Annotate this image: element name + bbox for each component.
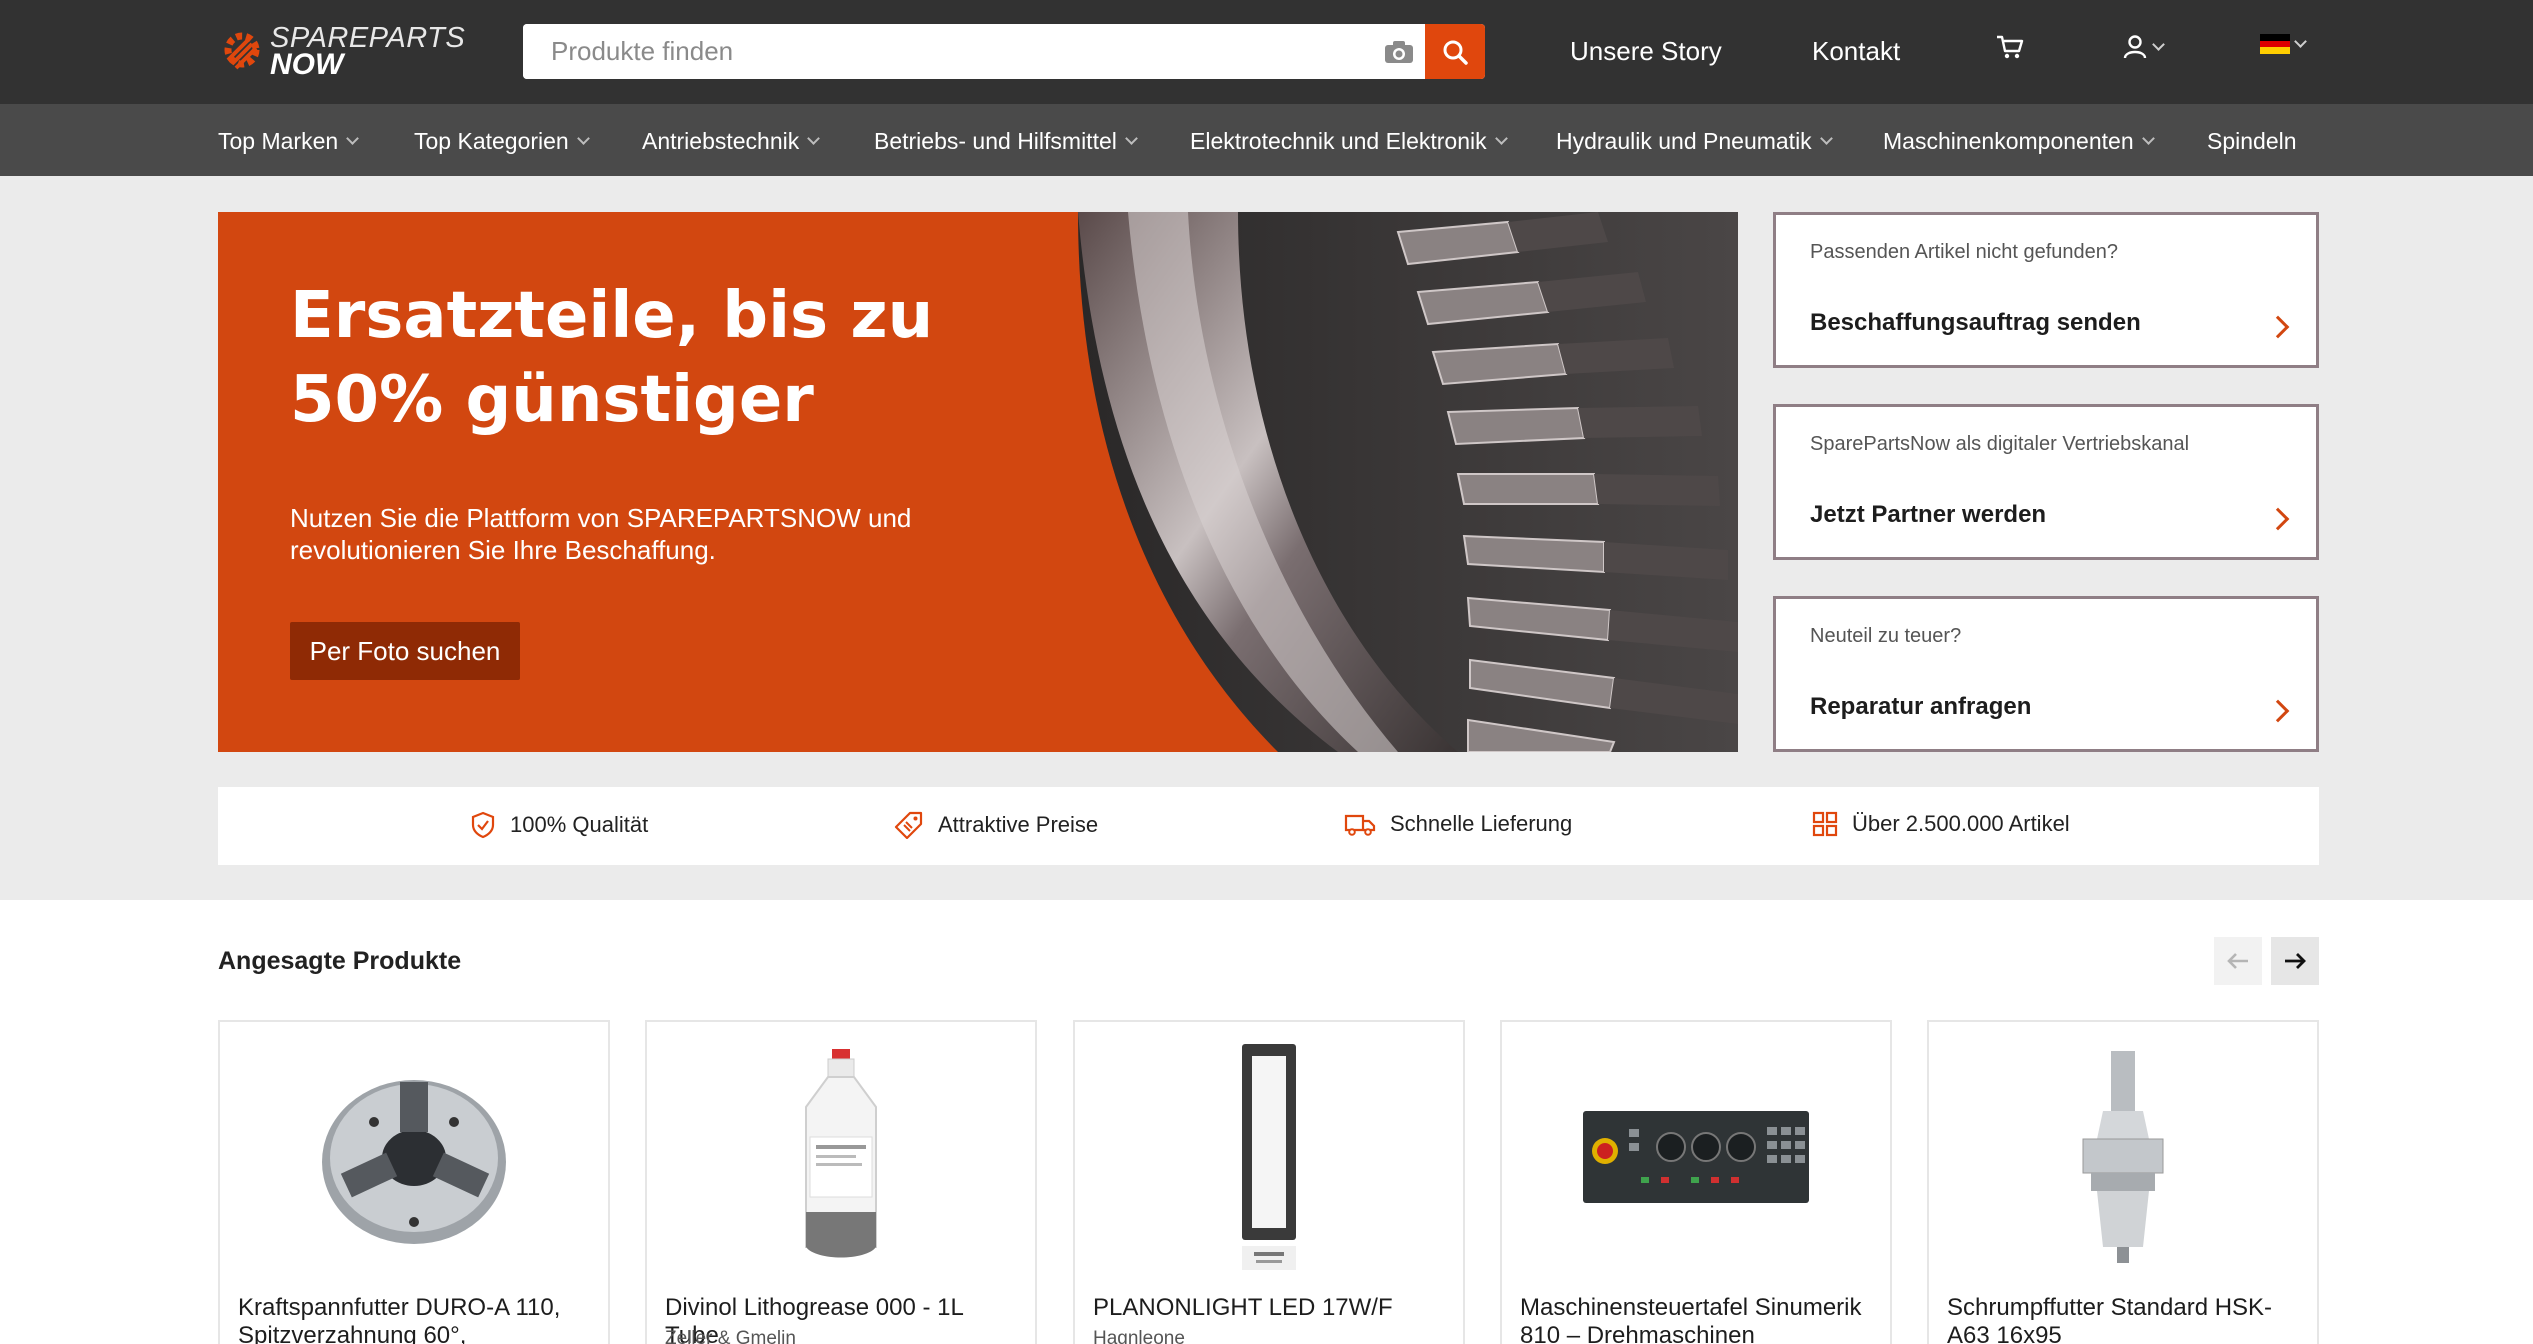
search-icon xyxy=(1443,40,1468,65)
chevron-down-icon xyxy=(1494,132,1508,145)
category-label: Betriebs- und Hilfsmittel xyxy=(874,128,1117,154)
chevron-right-icon xyxy=(2266,507,2290,531)
product-name: Maschinensteuertafel Sinumerik 810 – Dre… xyxy=(1520,1294,1862,1344)
hero-banner: Ersatzteile, bis zu 50% günstiger Nutzen… xyxy=(218,212,1738,752)
product-image xyxy=(1929,1042,2317,1272)
banner-headline: Ersatzteile, bis zu 50% günstiger xyxy=(290,279,934,437)
card-question: Passenden Artikel nicht gefunden? xyxy=(1810,241,2118,263)
usp-quality: 100% Qualität xyxy=(470,811,648,839)
product-name: PLANONLIGHT LED 17W/F xyxy=(1093,1294,1393,1321)
category-label: Top Marken xyxy=(218,128,339,154)
grid-icon xyxy=(1812,811,1838,837)
card-action: Reparatur anfragen xyxy=(1810,693,2032,720)
category-spindeln[interactable]: Spindeln xyxy=(2207,128,2297,155)
category-label: Hydraulik und Pneumatik xyxy=(1556,128,1812,154)
logo-line2: NOW xyxy=(270,48,344,81)
photo-search-button[interactable]: Per Foto suchen xyxy=(290,622,520,680)
language-selector[interactable] xyxy=(2260,34,2307,54)
chevron-right-icon xyxy=(2266,315,2290,339)
top-header: SPAREPARTS NOW Unsere Story Kontakt xyxy=(0,0,2533,104)
usp-bar: 100% Qualität Attraktive Preise Schnelle… xyxy=(218,787,2319,865)
chevron-down-icon xyxy=(2152,37,2165,51)
category-hydraulik-pneumatik[interactable]: Hydraulik und Pneumatik xyxy=(1556,128,1833,155)
product-card[interactable]: Schrumpffutter Standard HSK-A63 16x95 xyxy=(1927,1020,2319,1344)
camera-icon[interactable] xyxy=(1373,24,1425,79)
search-bar xyxy=(523,24,1485,79)
category-top-marken[interactable]: Top Marken xyxy=(218,128,360,155)
chevron-down-icon xyxy=(1819,132,1833,145)
chevron-down-icon xyxy=(346,132,360,145)
product-name: Kraftspannfutter DURO-A 110, Spitzverzah… xyxy=(238,1294,561,1344)
user-icon xyxy=(2123,35,2147,59)
category-top-kategorien[interactable]: Top Kategorien xyxy=(414,128,590,155)
banner-subtitle: Nutzen Sie die Plattform von SPAREPARTSN… xyxy=(290,503,912,565)
arrow-left-icon xyxy=(2227,953,2248,969)
category-label: Maschinenkomponenten xyxy=(1883,128,2134,154)
card-action: Jetzt Partner werden xyxy=(1810,501,2047,528)
search-input[interactable] xyxy=(523,24,1373,79)
repair-request-card[interactable]: Neuteil zu teuer? Reparatur anfragen xyxy=(1773,596,2319,752)
category-label: Elektrotechnik und Elektronik xyxy=(1190,128,1487,154)
german-flag-icon xyxy=(2260,34,2290,54)
logo-gear-icon xyxy=(224,32,260,70)
usp-label: Schnelle Lieferung xyxy=(1390,811,1573,836)
price-tag-icon xyxy=(894,811,923,839)
nav-link-kontakt[interactable]: Kontakt xyxy=(1812,36,1900,67)
usp-articles: Über 2.500.000 Artikel xyxy=(1812,811,2070,837)
category-label: Antriebstechnik xyxy=(642,128,800,154)
carousel-next-button[interactable] xyxy=(2271,937,2319,985)
chevron-down-icon xyxy=(1124,132,1138,145)
cart-button[interactable] xyxy=(1996,34,2024,60)
card-question: SparePartsNow als digitaler Vertriebskan… xyxy=(1810,433,2190,455)
truck-icon xyxy=(1344,814,1376,836)
chevron-down-icon xyxy=(807,132,821,145)
shield-icon xyxy=(471,811,495,839)
usp-label: Über 2.500.000 Artikel xyxy=(1852,811,2070,836)
chevron-down-icon xyxy=(2141,132,2155,145)
product-card[interactable]: Kraftspannfutter DURO-A 110, Spitzverzah… xyxy=(218,1020,610,1344)
logo[interactable]: SPAREPARTS NOW xyxy=(218,22,465,82)
partner-card[interactable]: SparePartsNow als digitaler Vertriebskan… xyxy=(1773,404,2319,560)
chevron-right-icon xyxy=(2266,699,2290,723)
card-question: Neuteil zu teuer? xyxy=(1810,625,1962,647)
product-name: Schrumpffutter Standard HSK-A63 16x95 xyxy=(1947,1294,2273,1344)
chevron-down-icon xyxy=(2294,34,2307,48)
product-image xyxy=(647,1042,1035,1272)
product-brand: Zeller & Gmelin xyxy=(665,1328,796,1344)
chevron-down-icon xyxy=(576,132,590,145)
procurement-request-card[interactable]: Passenden Artikel nicht gefunden? Bescha… xyxy=(1773,212,2319,368)
usp-label: 100% Qualität xyxy=(510,812,649,837)
product-brand: Hagnleone xyxy=(1093,1328,1185,1344)
product-card[interactable]: PLANONLIGHT LED 17W/F Hagnleone xyxy=(1073,1020,1465,1344)
category-maschinenkomponenten[interactable]: Maschinenkomponenten xyxy=(1883,128,2155,155)
category-antriebstechnik[interactable]: Antriebstechnik xyxy=(642,128,821,155)
category-bar: Top Marken Top Kategorien Antriebstechni… xyxy=(0,104,2533,176)
card-action: Beschaffungsauftrag senden xyxy=(1810,309,2141,336)
category-elektrotechnik[interactable]: Elektrotechnik und Elektronik xyxy=(1190,128,1508,155)
product-card[interactable]: Maschinensteuertafel Sinumerik 810 – Dre… xyxy=(1500,1020,1892,1344)
product-card[interactable]: Divinol Lithogrease 000 - 1L Tube Zeller… xyxy=(645,1020,1037,1344)
product-image xyxy=(220,1042,608,1272)
search-button[interactable] xyxy=(1425,24,1485,79)
arrow-right-icon xyxy=(2285,953,2306,969)
product-image xyxy=(1502,1042,1890,1272)
usp-prices: Attraktive Preise xyxy=(894,811,1098,839)
product-image xyxy=(1075,1042,1463,1272)
gear-image xyxy=(1078,212,1738,752)
nav-link-unsere-story[interactable]: Unsere Story xyxy=(1570,36,1722,67)
carousel-prev-button[interactable] xyxy=(2214,937,2262,985)
category-label: Top Kategorien xyxy=(414,128,569,154)
usp-delivery: Schnelle Lieferung xyxy=(1344,811,1572,837)
category-betriebs-hilfsmittel[interactable]: Betriebs- und Hilfsmittel xyxy=(874,128,1138,155)
cart-icon xyxy=(1997,35,2024,59)
section-title: Angesagte Produkte xyxy=(218,947,462,975)
usp-label: Attraktive Preise xyxy=(938,812,1099,837)
account-menu[interactable] xyxy=(2122,34,2165,60)
category-label: Spindeln xyxy=(2207,128,2297,154)
